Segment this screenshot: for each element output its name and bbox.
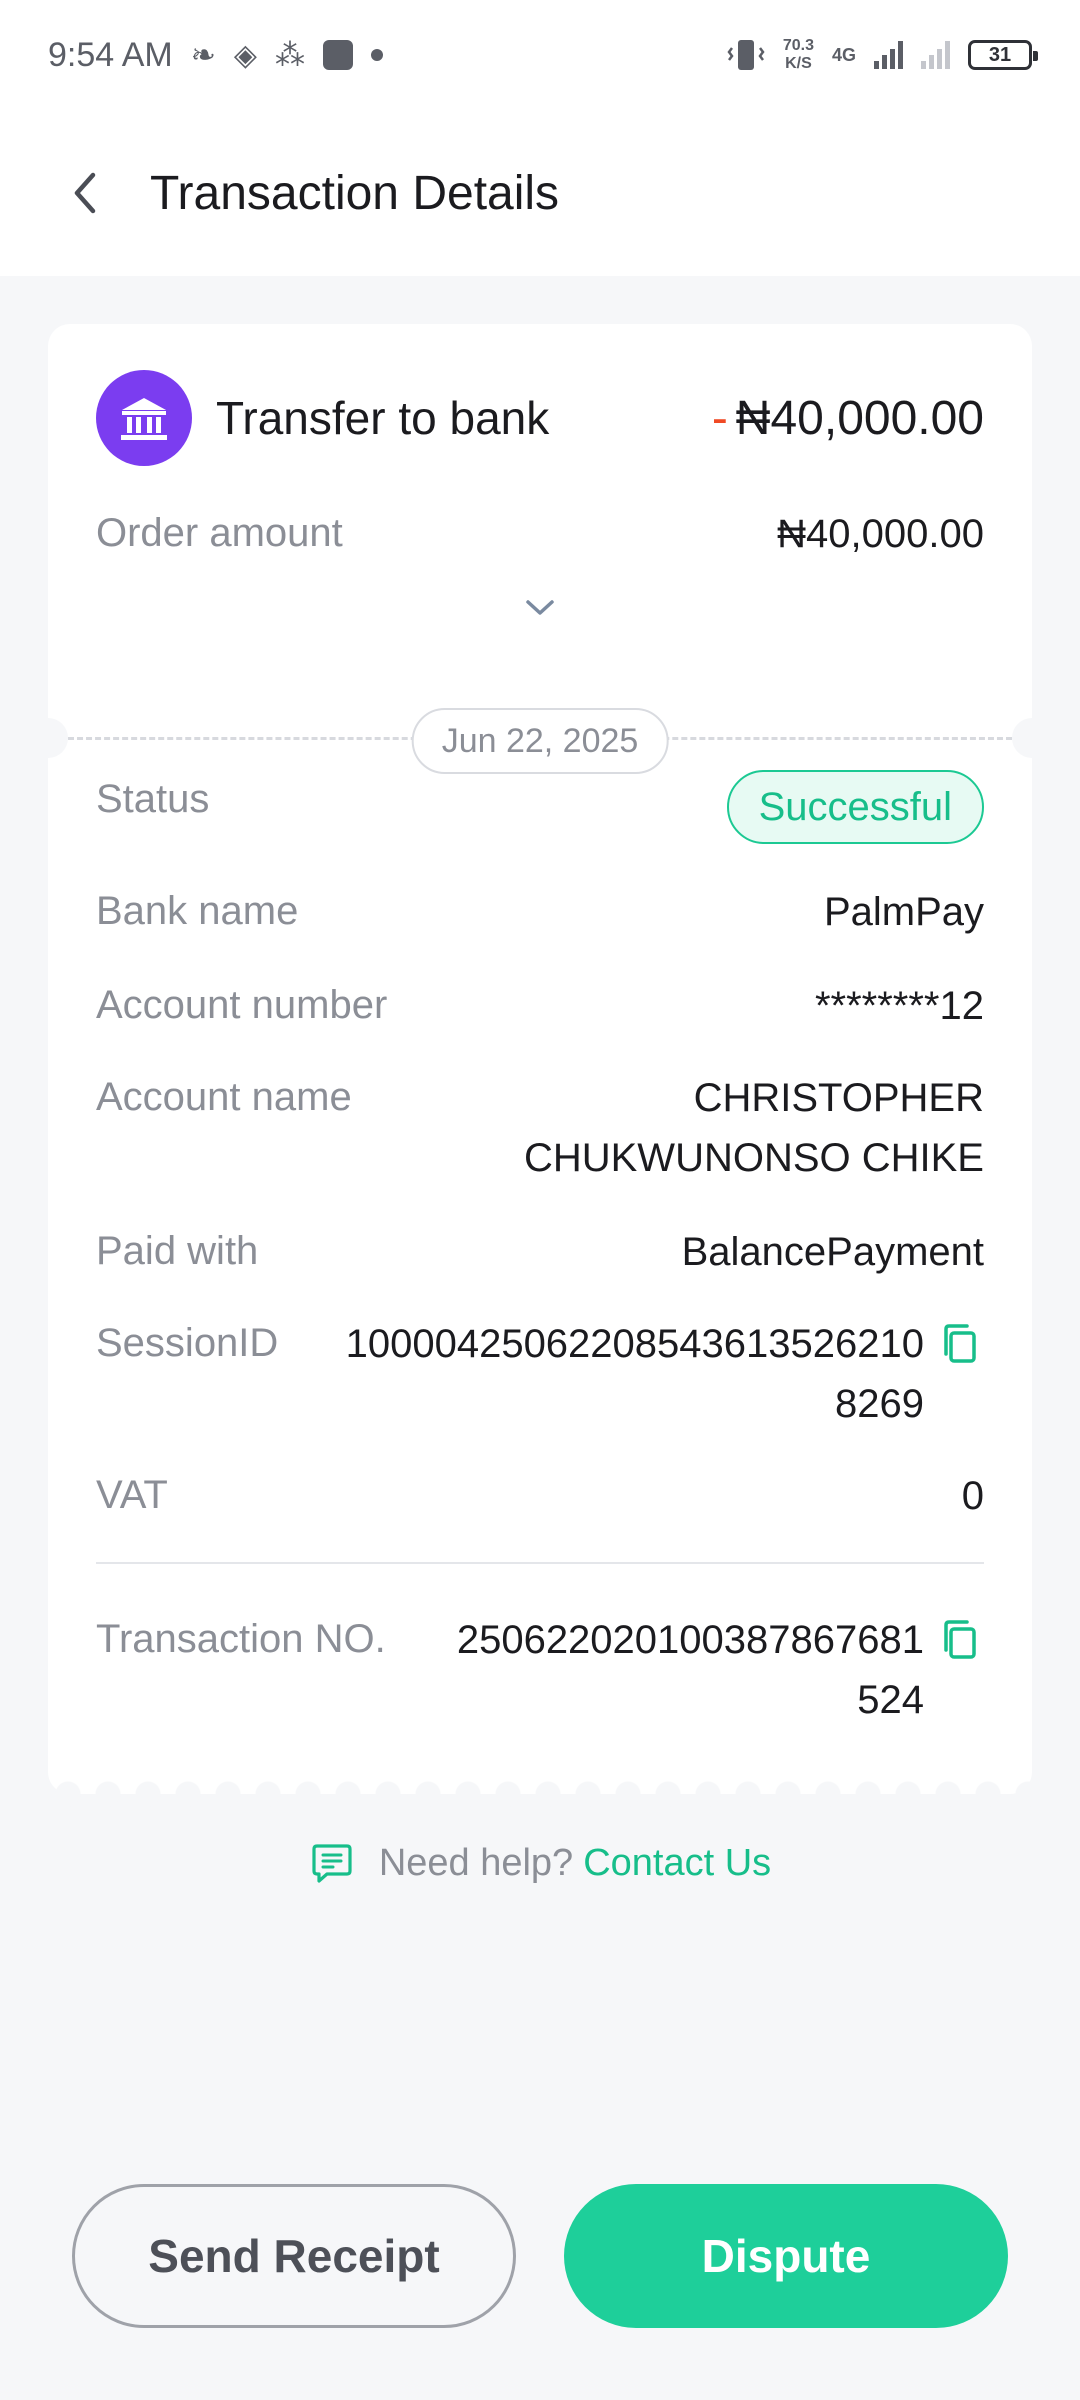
account-number-row: Account number ********12	[96, 976, 984, 1036]
chevron-left-icon	[74, 172, 96, 214]
transaction-card: Transfer to bank - ₦40,000.00 Order amoun…	[28, 324, 1052, 1808]
transaction-amount-value: ₦40,000.00	[735, 391, 984, 445]
status-bar-left: 9:54 AM ❧ ◈ ⁂	[48, 36, 383, 75]
transaction-no-label: Transaction NO.	[96, 1617, 386, 1661]
app-notification-icon-2: ⁂	[274, 38, 305, 72]
vibrate-icon	[727, 40, 765, 70]
ticket-scalloped-edge	[48, 1780, 1032, 1808]
debit-sign: -	[711, 391, 728, 445]
battery-level: 31	[988, 43, 1012, 66]
bank-building-glyph	[121, 398, 167, 440]
status-bar-right: 70.3 K/S 4G 31	[727, 37, 1038, 73]
back-button[interactable]	[40, 148, 130, 238]
order-amount-label: Order amount	[96, 511, 343, 555]
transaction-no-line-2: 524	[857, 1678, 924, 1722]
expand-button[interactable]	[48, 596, 1032, 620]
ticket-notch-left	[28, 718, 68, 758]
network-speed-unit: K/S	[785, 55, 812, 72]
contact-us-link[interactable]: Contact Us	[583, 1842, 771, 1885]
session-id-label: SessionID	[96, 1321, 279, 1365]
account-name-row: Account name CHRISTOPHER CHUKWUNONSO CHI…	[96, 1068, 984, 1188]
account-number-value: ********12	[814, 984, 984, 1028]
network-type: 4G	[831, 44, 856, 65]
account-name-line-1: CHRISTOPHER	[693, 1076, 984, 1120]
ticket-notch-right	[1012, 718, 1052, 758]
chili-icon: ❧	[190, 38, 216, 72]
paid-with-value: BalancePayment	[681, 1230, 984, 1274]
paid-with-label: Paid with	[96, 1229, 259, 1273]
vat-value: 0	[961, 1474, 984, 1518]
signal-icon	[874, 41, 903, 69]
status-label: Status	[96, 777, 210, 821]
transaction-summary: Transfer to bank - ₦40,000.00	[96, 370, 984, 466]
clock: 9:54 AM	[48, 35, 173, 74]
order-amount-row: Order amount ₦40,000.00	[96, 504, 984, 564]
transaction-type: Transfer to bank	[96, 370, 549, 466]
date-separator: Jun 22, 2025	[28, 708, 1052, 774]
status-bar: 9:54 AM ❧ ◈ ⁂ 70.3 K/S 4G 31	[0, 0, 1080, 110]
chevron-down-icon	[526, 600, 554, 615]
transaction-no-value: 25062202010038786768​1 524	[457, 1610, 924, 1730]
copy-session-id-icon[interactable]	[936, 1320, 984, 1368]
app-notification-icon-3	[322, 40, 353, 70]
account-name-label: Account name	[96, 1075, 352, 1119]
transaction-no-value-wrap: 25062202010038786768​1 524	[457, 1610, 984, 1730]
page-title: Transaction Details	[150, 166, 560, 220]
account-name-value: CHRISTOPHER CHUKWUNONSO CHIKE	[524, 1068, 984, 1188]
transaction-no-line-1: 25062202010038786768​1	[456, 1618, 924, 1662]
transaction-date: Jun 22, 2025	[411, 708, 669, 774]
signal-icon-sim2	[921, 41, 950, 69]
bank-name-row: Bank name PalmPay	[96, 882, 984, 942]
bank-name-label: Bank name	[96, 889, 299, 933]
vat-row: VAT 0	[96, 1466, 984, 1526]
account-number-label: Account number	[96, 983, 388, 1027]
app-header: Transaction Details	[0, 110, 1080, 276]
help-section: Need help? Contact Us	[0, 1840, 1080, 1886]
more-notifications-icon	[370, 49, 383, 61]
copy-transaction-no-icon[interactable]	[936, 1616, 984, 1664]
status-badge: Successful	[726, 770, 984, 844]
paid-with-row: Paid with BalancePayment	[96, 1222, 984, 1282]
transaction-type-label: Transfer to bank	[216, 392, 550, 444]
dispute-button[interactable]: Dispute	[564, 2184, 1008, 2328]
session-id-value-wrap: 100004250622085436135262​10 8269	[346, 1314, 984, 1434]
bank-name-value: PalmPay	[823, 890, 984, 934]
status-row: Status Successful	[96, 770, 984, 844]
account-name-line-2: CHUKWUNONSO CHIKE	[523, 1136, 984, 1180]
network-speed: 70.3 K/S	[783, 37, 814, 73]
bank-icon	[96, 370, 192, 466]
chat-help-icon	[312, 1844, 352, 1883]
network-speed-value: 70.3	[782, 37, 814, 54]
battery-icon: 31	[968, 40, 1038, 70]
app-notification-icon: ◈	[233, 38, 257, 72]
session-id-line-1: 100004250622085436135262​10	[345, 1322, 924, 1366]
send-receipt-button[interactable]: Send Receipt	[72, 2184, 516, 2328]
session-id-line-2: 8269	[835, 1382, 924, 1426]
vat-label: VAT	[96, 1473, 168, 1517]
help-text: Need help?	[378, 1841, 574, 1884]
details-divider	[96, 1562, 984, 1564]
session-id-row: SessionID 100004250622085436135262​10 82…	[96, 1314, 984, 1434]
session-id-value: 100004250622085436135262​10 8269	[346, 1314, 924, 1434]
order-amount-value: ₦40,000.00	[777, 512, 984, 556]
transaction-amount: - ₦40,000.00	[712, 391, 984, 446]
transaction-no-row: Transaction NO. 25062202010038786768​1 5…	[96, 1610, 984, 1730]
